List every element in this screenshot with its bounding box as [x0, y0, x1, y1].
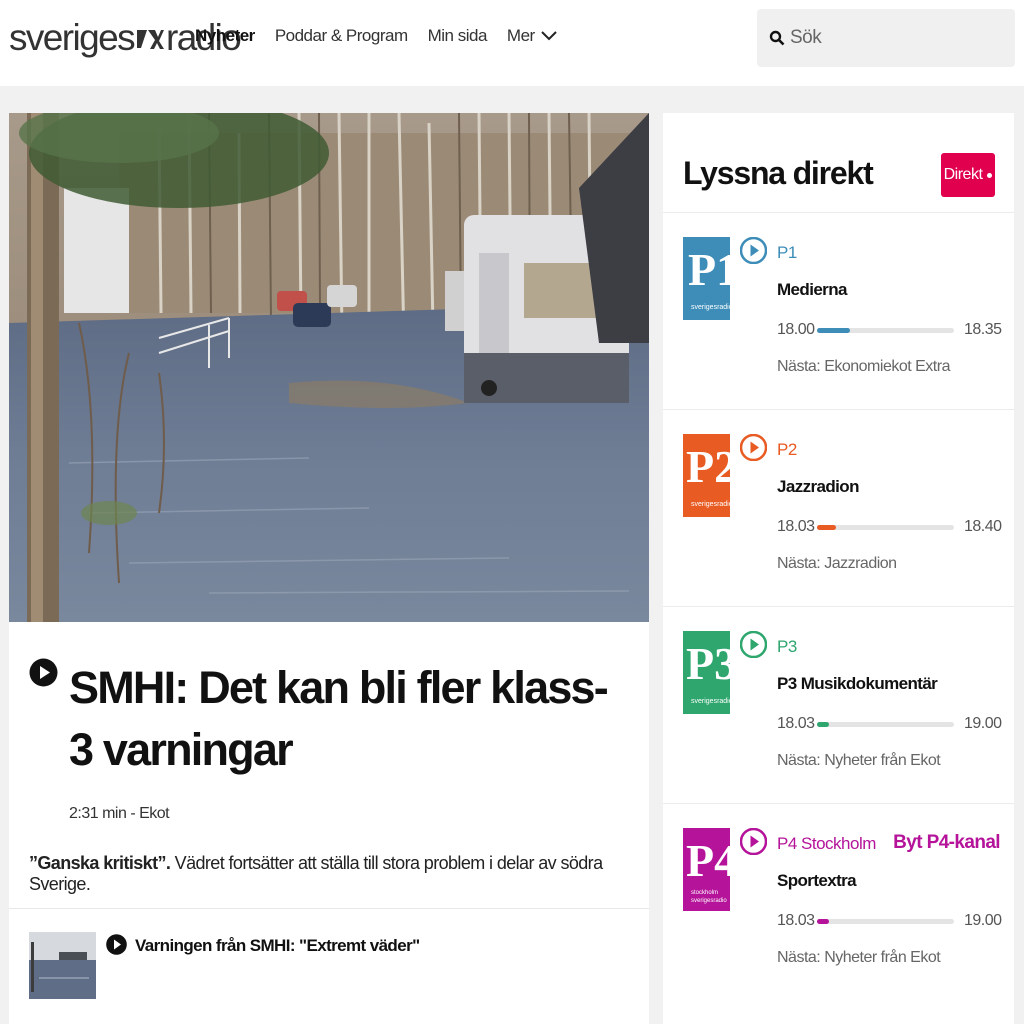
start-time: 18.03: [777, 715, 815, 732]
channel-p3: P3 sverigesradio P3 P3 Musikdokumentär 18…: [663, 606, 1014, 803]
progress-fill: [817, 919, 830, 924]
start-time: 18.03: [777, 912, 815, 929]
progress-bar: [817, 722, 954, 727]
svg-text:sverigesradio: sverigesradio: [691, 501, 730, 508]
progress-fill: [817, 328, 850, 333]
program-title[interactable]: Jazzradion: [777, 477, 859, 497]
progress-fill: [817, 722, 830, 727]
live-sidebar: Lyssna direkt Direkt P1 sverigesradio P1 …: [663, 113, 1014, 1024]
program-title[interactable]: P3 Musikdokumentär: [777, 674, 938, 694]
channel-name[interactable]: P1: [777, 243, 797, 263]
search-box[interactable]: [757, 9, 1015, 67]
channel-p2: P2 sverigesradio P2 Jazzradion 18.03 18.4…: [663, 409, 1014, 606]
svg-text:sverigesradio: sverigesradio: [691, 898, 727, 904]
play-related-icon[interactable]: [106, 934, 127, 955]
svg-text:stockholm: stockholm: [691, 890, 718, 896]
play-p4-icon[interactable]: [740, 828, 767, 855]
site-header: sveriges radio Nyheter Poddar & Program …: [0, 0, 1024, 86]
svg-text:sverigesradio: sverigesradio: [691, 304, 730, 311]
channel-name[interactable]: P2: [777, 440, 797, 460]
end-time: 18.40: [964, 518, 1002, 535]
play-p1-icon[interactable]: [740, 237, 767, 264]
channel-p1: P1 sverigesradio P1 Medierna 18.00 18.35 …: [663, 212, 1014, 409]
related-article-title: Varningen från SMHI: "Extremt väder": [135, 936, 420, 955]
article-meta: 2:31 min - Ekot: [69, 805, 170, 822]
start-time: 18.03: [777, 518, 815, 535]
related-article[interactable]: Varningen från SMHI: "Extremt väder": [29, 932, 420, 999]
progress-bar: [817, 328, 954, 333]
article-headline[interactable]: SMHI: Det kan bli fler klass-3 varningar: [69, 657, 629, 781]
end-time: 18.35: [964, 321, 1002, 338]
start-time: 18.00: [777, 321, 815, 338]
search-input[interactable]: [790, 27, 990, 49]
end-time: 19.00: [964, 715, 1002, 732]
play-p3-icon[interactable]: [740, 631, 767, 658]
channel-p4: P4 stockholm sverigesradio P4 Stockholm By…: [663, 803, 1014, 1000]
featured-article: SMHI: Det kan bli fler klass-3 varningar…: [9, 113, 649, 1024]
svg-text:P3: P3: [686, 638, 730, 689]
sr-logo-mark-icon: [136, 30, 164, 49]
nav-my-page[interactable]: Min sida: [428, 26, 488, 46]
svg-text:P1: P1: [688, 244, 730, 295]
live-dot-icon: [987, 172, 993, 178]
next-program: Nästa: Jazzradion: [777, 555, 897, 572]
direkt-label: Direkt: [943, 166, 983, 183]
main-nav: Nyheter Poddar & Program Min sida Mer: [195, 26, 577, 46]
divider: [9, 908, 649, 909]
channel-name[interactable]: P3: [777, 637, 797, 657]
nav-more[interactable]: Mer: [507, 26, 557, 46]
live-heading: Lyssna direkt: [683, 155, 874, 191]
channel-name[interactable]: P4 Stockholm: [777, 834, 876, 854]
progress-fill: [817, 525, 837, 530]
p2-logo-icon[interactable]: P2 sverigesradio: [683, 434, 730, 517]
play-p2-icon[interactable]: [740, 434, 767, 461]
chevron-down-icon: [540, 31, 557, 41]
progress-bar: [817, 525, 954, 530]
play-article-icon[interactable]: [29, 658, 58, 687]
search-icon: [769, 30, 785, 46]
flooded-street-image[interactable]: [9, 113, 649, 622]
end-time: 19.00: [964, 912, 1002, 929]
lead-quote: ”Ganska kritiskt”.: [29, 853, 171, 873]
nav-podcasts[interactable]: Poddar & Program: [275, 26, 408, 46]
nav-more-label: Mer: [506, 26, 535, 45]
svg-text:P2: P2: [686, 441, 730, 492]
next-program: Nästa: Nyheter från Ekot: [777, 949, 941, 966]
nav-news[interactable]: Nyheter: [195, 26, 255, 46]
svg-text:P4: P4: [686, 835, 730, 886]
progress-bar: [817, 919, 954, 924]
svg-text:sverigesradio: sverigesradio: [691, 698, 730, 705]
article-lead: ”Ganska kritiskt”. Vädret fortsätter att…: [29, 853, 639, 895]
next-program: Nästa: Ekonomiekot Extra: [777, 358, 950, 375]
related-thumbnail-image: [29, 932, 96, 999]
direkt-button[interactable]: Direkt: [941, 153, 995, 197]
p3-logo-icon[interactable]: P3 sverigesradio: [683, 631, 730, 714]
program-title[interactable]: Medierna: [777, 280, 847, 300]
program-title[interactable]: Sportextra: [777, 871, 857, 891]
p4-logo-icon[interactable]: P4 stockholm sverigesradio: [683, 828, 730, 911]
switch-p4-channel-link[interactable]: Byt P4-kanal: [893, 832, 1000, 854]
next-program: Nästa: Nyheter från Ekot: [777, 752, 941, 769]
p1-logo-icon[interactable]: P1 sverigesradio: [683, 237, 730, 320]
